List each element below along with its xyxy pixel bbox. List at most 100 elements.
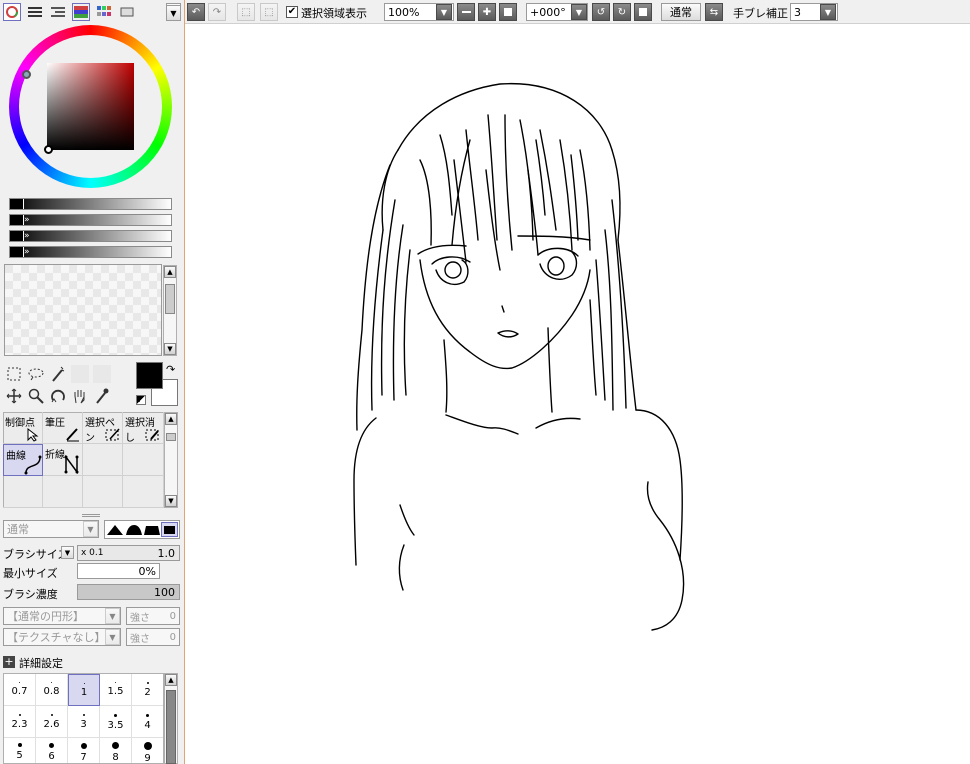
swap-colors-icon[interactable]: ↷: [166, 363, 175, 376]
shape-strength-slider[interactable]: 強さ 0: [126, 607, 180, 625]
deselect-icon[interactable]: ⬚: [237, 3, 255, 21]
invert-selection-icon[interactable]: ⬚: [260, 3, 278, 21]
show-selection-label[interactable]: 選択領域表示: [301, 5, 367, 21]
tool-pressure[interactable]: 筆圧: [43, 412, 83, 444]
swatch-scrollbar[interactable]: ▲ ▼: [163, 265, 177, 356]
hand-icon[interactable]: [71, 387, 89, 405]
scratchpad-tab[interactable]: [118, 3, 136, 21]
redo-icon[interactable]: ↷: [208, 3, 226, 21]
density-slider[interactable]: 100: [77, 584, 180, 600]
swatches-tab[interactable]: [95, 3, 113, 21]
edge-flat-icon[interactable]: [161, 522, 178, 537]
tool-polyline[interactable]: 折線: [43, 444, 83, 476]
sv-marker[interactable]: [44, 145, 53, 154]
tool-control-point[interactable]: 制御点: [3, 412, 43, 444]
rotate-left-icon[interactable]: ↺: [592, 3, 610, 21]
undo-icon[interactable]: ↶: [187, 3, 205, 21]
eyedropper-icon[interactable]: [93, 387, 111, 405]
tool-select-pen[interactable]: 選択ペン: [83, 412, 123, 444]
chevron-down-icon[interactable]: ▼: [83, 521, 98, 537]
tool-curve[interactable]: 曲線: [3, 444, 43, 476]
zoom-icon[interactable]: [27, 387, 45, 405]
slider-2[interactable]: »: [9, 214, 172, 226]
select-pen-icon: [105, 428, 120, 441]
size-preset[interactable]: 3: [68, 706, 100, 738]
tool-select-erase[interactable]: 選択消し: [123, 412, 164, 444]
brush-size-slider[interactable]: x 0.1 1.0: [77, 545, 180, 561]
rotate-icon[interactable]: [49, 387, 67, 405]
color-mixer-tab[interactable]: [72, 3, 90, 21]
hsv-slider-tab[interactable]: [49, 3, 67, 21]
scroll-up-icon[interactable]: ▲: [165, 413, 177, 425]
plus-icon[interactable]: +: [3, 656, 15, 668]
tool-label: 筆圧: [45, 418, 65, 429]
rotate-reset-icon[interactable]: [634, 3, 652, 21]
scroll-up-icon[interactable]: ▲: [164, 266, 176, 278]
chevron-down-icon[interactable]: ▼: [105, 629, 120, 645]
scroll-down-icon[interactable]: ▼: [164, 343, 176, 355]
reset-colors-icon[interactable]: [136, 395, 146, 405]
show-selection-checkbox[interactable]: ✔: [286, 6, 298, 18]
size-preset[interactable]: 8: [100, 738, 132, 763]
size-preset[interactable]: 2.6: [36, 706, 68, 738]
rotate-right-icon[interactable]: ↻: [613, 3, 631, 21]
lasso-icon[interactable]: [27, 365, 45, 383]
size-preset[interactable]: 7: [68, 738, 100, 763]
move-icon[interactable]: [5, 387, 23, 405]
brush-size-label: ブラシサイズ: [3, 548, 69, 561]
hue-marker[interactable]: [22, 70, 31, 79]
chevron-down-icon[interactable]: ▼: [820, 4, 836, 20]
zoom-reset-icon[interactable]: [499, 3, 517, 21]
size-preset-selected[interactable]: 1: [68, 674, 100, 706]
size-preset[interactable]: 0.8: [36, 674, 68, 706]
size-preset[interactable]: 3.5: [100, 706, 132, 738]
flip-horizontal-icon[interactable]: ⇆: [705, 3, 723, 21]
preset-scrollbar[interactable]: ▲: [164, 673, 178, 764]
edge-hard-icon[interactable]: [144, 524, 160, 536]
edge-medium-icon[interactable]: [126, 524, 142, 536]
zoom-out-icon[interactable]: [457, 3, 475, 21]
panel-menu-chevron-icon[interactable]: ▼: [166, 5, 181, 21]
chevron-down-icon[interactable]: ▼: [61, 546, 74, 559]
size-preset[interactable]: 0.7: [4, 674, 36, 706]
size-preset[interactable]: 4: [132, 706, 163, 738]
saturation-value-square[interactable]: [47, 63, 134, 150]
slider-4[interactable]: »: [9, 246, 172, 258]
empty-tool-slot: [123, 476, 164, 508]
magic-wand-icon[interactable]: [49, 365, 67, 383]
size-preset[interactable]: 2.3: [4, 706, 36, 738]
canvas[interactable]: [186, 24, 970, 764]
size-preset-label: 8: [112, 752, 119, 763]
slider-3[interactable]: »: [9, 230, 172, 242]
color-wheel-tab[interactable]: [3, 3, 21, 21]
edge-soft-icon[interactable]: [107, 524, 123, 536]
chevron-down-icon[interactable]: ▼: [436, 4, 452, 20]
texture-select[interactable]: 【テクスチャなし】: [3, 628, 121, 646]
size-preset[interactable]: 2: [132, 674, 163, 706]
slider-lines-icon: [51, 7, 65, 17]
blend-mode-button[interactable]: 通常: [661, 3, 701, 21]
tool-label: 折線: [45, 450, 65, 461]
size-preset-label: 1: [80, 687, 88, 698]
swatch-area[interactable]: [4, 264, 162, 356]
tool-scrollbar[interactable]: ▲ ▼: [164, 412, 178, 508]
size-preset[interactable]: 5: [4, 738, 36, 763]
size-preset-label: 3: [80, 719, 87, 730]
texture-strength-slider[interactable]: 強さ 0: [126, 628, 180, 646]
slider-1[interactable]: [9, 198, 172, 210]
zoom-in-icon[interactable]: ✚: [478, 3, 496, 21]
size-preset[interactable]: 6: [36, 738, 68, 763]
chevron-down-icon[interactable]: ▼: [105, 608, 120, 624]
size-preset[interactable]: 1.5: [100, 674, 132, 706]
primary-color[interactable]: [136, 362, 163, 389]
rgb-slider-tab[interactable]: [26, 3, 44, 21]
advanced-settings-label[interactable]: 詳細設定: [19, 655, 63, 671]
panel-splitter[interactable]: [82, 514, 100, 517]
chevron-down-icon[interactable]: ▼: [571, 4, 587, 20]
brush-shape-select[interactable]: 【通常の円形】: [3, 607, 121, 625]
min-size-slider[interactable]: 0%: [77, 563, 160, 579]
rect-select-icon[interactable]: [5, 365, 23, 383]
size-preset[interactable]: 9: [132, 738, 163, 763]
scroll-up-icon[interactable]: ▲: [165, 674, 177, 686]
scroll-down-icon[interactable]: ▼: [165, 495, 177, 507]
